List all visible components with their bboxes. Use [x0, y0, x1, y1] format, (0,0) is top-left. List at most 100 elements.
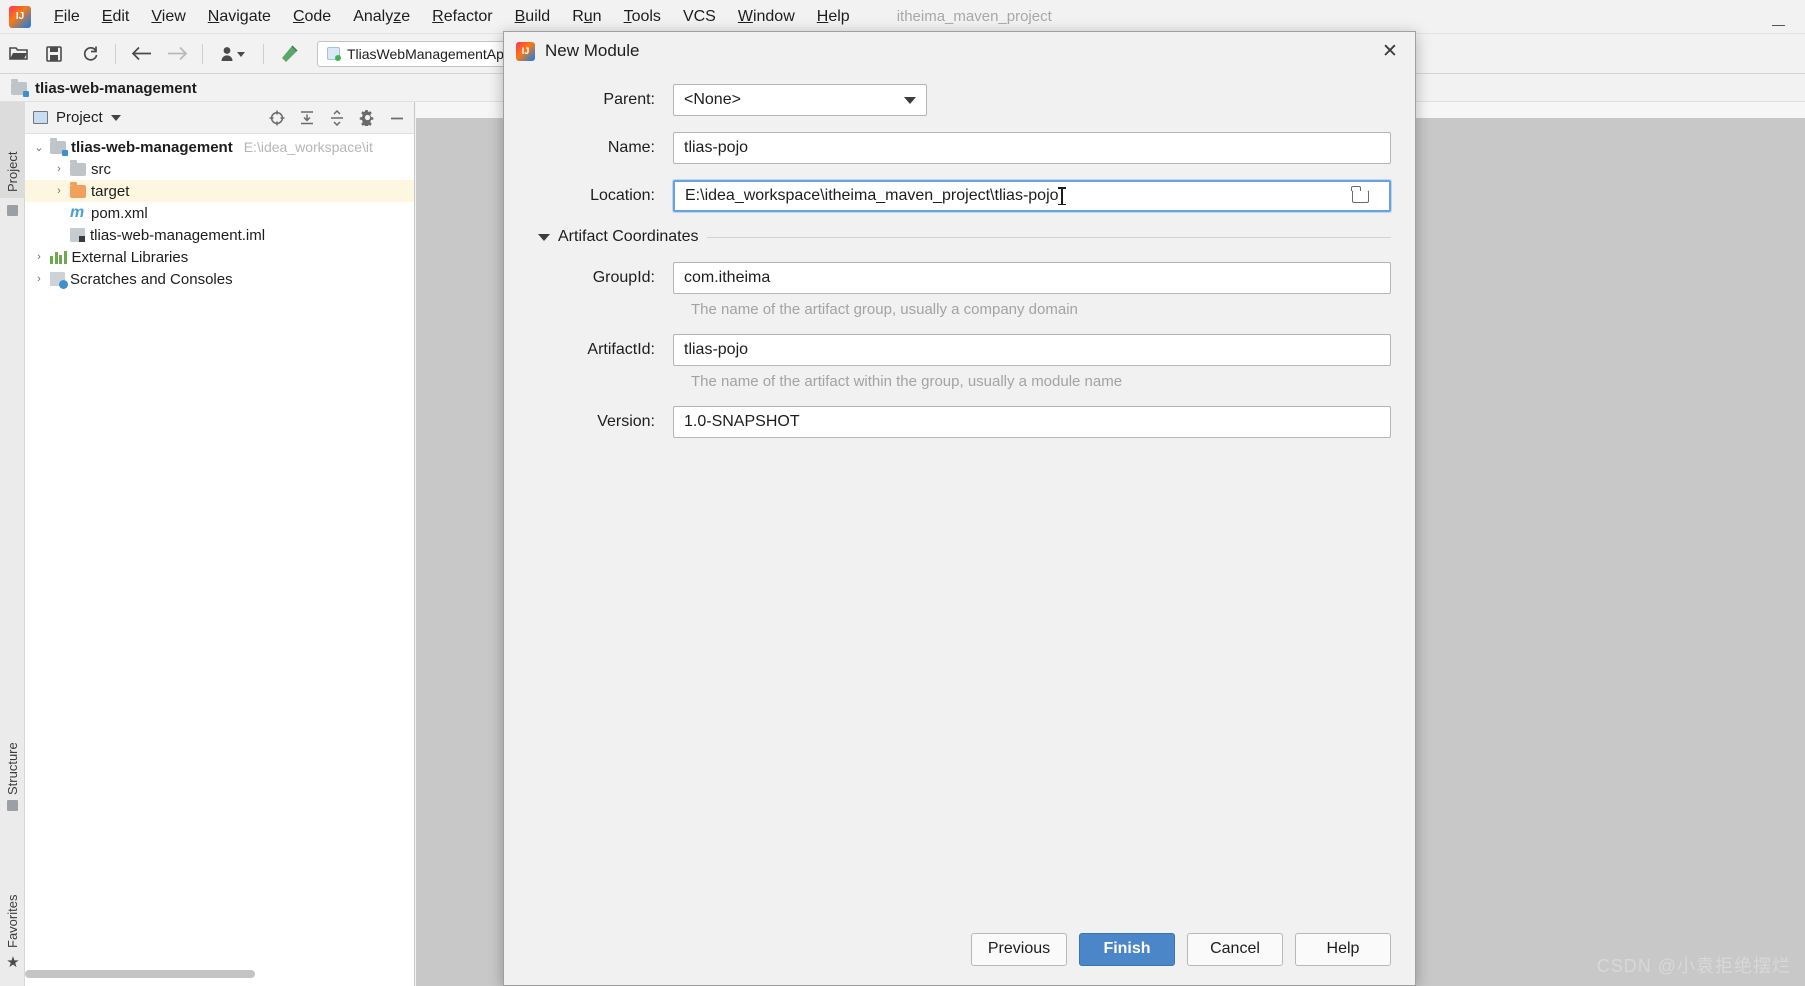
intellij-idea-logo-icon [516, 41, 535, 61]
name-control: tlias-pojo [673, 132, 1391, 164]
previous-button[interactable]: Previous [971, 932, 1067, 966]
save-icon[interactable] [39, 40, 69, 68]
chevron-right-icon[interactable]: › [33, 251, 45, 263]
horizontal-scrollbar[interactable] [25, 970, 255, 978]
libraries-icon [50, 250, 67, 264]
tree-item-pom-xml[interactable]: › m pom.xml [25, 202, 414, 224]
refresh-icon[interactable] [75, 40, 105, 68]
groupid-control: com.itheima [673, 262, 1391, 294]
menu-edit[interactable]: Edit [91, 5, 141, 29]
user-dropdown-icon[interactable] [213, 40, 253, 68]
groupid-label: GroupId: [592, 269, 655, 286]
collapse-all-icon[interactable] [328, 109, 346, 127]
name-input-value: tlias-pojo [684, 139, 749, 156]
groupid-input-value: com.itheima [684, 269, 771, 286]
module-folder-icon [50, 137, 68, 156]
menu-run[interactable]: Run [561, 5, 612, 29]
open-folder-icon[interactable] [3, 40, 33, 68]
menu-build[interactable]: Build [504, 5, 562, 29]
arrow-left-icon[interactable] [126, 40, 156, 68]
arrow-right-icon[interactable] [162, 40, 192, 68]
tree-item-label: src [91, 160, 111, 178]
gear-icon[interactable] [358, 109, 376, 127]
field-row-location: Location: E:\idea_workspace\itheima_mave… [528, 180, 1391, 212]
section-divider [706, 236, 1391, 238]
rail-tab-project[interactable]: Project [0, 102, 25, 198]
location-input-value: E:\idea_workspace\itheima_maven_project\… [685, 187, 1059, 204]
menu-help[interactable]: Help [806, 5, 861, 29]
hammer-icon[interactable] [274, 40, 304, 68]
version-control: 1.0-SNAPSHOT [673, 406, 1391, 438]
tree-item-iml[interactable]: › tlias-web-management.iml [25, 224, 414, 246]
chevron-down-icon[interactable] [110, 114, 121, 121]
tree-item-path: E:\idea_workspace\it [243, 139, 373, 155]
menu-vcs[interactable]: VCS [672, 5, 727, 29]
run-config-module-icon [327, 47, 341, 61]
structure-icon [7, 800, 18, 811]
version-input[interactable]: 1.0-SNAPSHOT [673, 406, 1391, 438]
location-input[interactable]: E:\idea_workspace\itheima_maven_project\… [673, 180, 1391, 212]
scratches-icon [50, 272, 68, 289]
menu-window[interactable]: Window [727, 5, 806, 29]
parent-select[interactable]: <None> [673, 84, 927, 116]
tree-item-scratches-and-consoles[interactable]: › Scratches and Consoles [25, 268, 414, 290]
field-row-parent: Parent: <None> [528, 84, 1391, 116]
crosshair-target-icon[interactable] [268, 109, 286, 127]
toolbar-divider-3 [263, 43, 264, 64]
module-folder-icon [11, 78, 29, 97]
close-icon[interactable]: ✕ [1375, 36, 1405, 66]
dialog-title: New Module [545, 41, 640, 60]
tree-item-src[interactable]: › src [25, 158, 414, 180]
chevron-right-icon[interactable]: › [53, 185, 65, 197]
chevron-right-icon[interactable]: › [33, 273, 45, 285]
folder-orange-icon [70, 181, 86, 198]
watermark: CSDN @小袁拒绝摆烂 [1596, 956, 1791, 976]
menu-file[interactable]: File [43, 5, 91, 29]
project-panel-toolbar: Project [25, 102, 414, 134]
expand-all-icon[interactable] [298, 109, 316, 127]
window-minimize-button[interactable] [1767, 8, 1789, 26]
dialog-title-bar: New Module ✕ [504, 32, 1415, 70]
triangle-down-icon[interactable] [538, 233, 550, 241]
menu-navigate[interactable]: Navigate [197, 5, 282, 29]
menu-view[interactable]: View [140, 5, 196, 29]
artifactid-input[interactable]: tlias-pojo [673, 334, 1391, 366]
tree-item-tlias-web-management[interactable]: ⌄ tlias-web-management E:\idea_workspace… [25, 136, 414, 158]
chevron-right-icon[interactable]: › [53, 163, 65, 175]
window-project-title: itheima_maven_project [896, 8, 1052, 25]
groupid-hint: The name of the artifact group, usually … [691, 301, 1078, 318]
rail-tab-favorites[interactable]: ★ Favorites [0, 862, 25, 977]
name-input[interactable]: tlias-pojo [673, 132, 1391, 164]
project-tree: ⌄ tlias-web-management E:\idea_workspace… [25, 134, 414, 290]
cancel-button[interactable]: Cancel [1187, 932, 1283, 966]
help-button[interactable]: Help [1295, 932, 1391, 966]
artifact-coordinates-section-header[interactable]: Artifact Coordinates [538, 228, 1391, 246]
toolbar-divider [115, 43, 116, 64]
tree-item-label: Scratches and Consoles [70, 270, 233, 288]
folder-open-glyph [1350, 185, 1369, 203]
tree-item-target[interactable]: › target [25, 180, 414, 202]
chevron-expanded-icon[interactable]: ⌄ [33, 141, 45, 154]
field-row-name: Name: tlias-pojo [528, 132, 1391, 164]
tree-item-label: tlias-web-management [71, 138, 233, 156]
intellij-idea-logo-icon [9, 5, 31, 28]
menu-refactor[interactable]: Refactor [421, 5, 503, 29]
location-control: E:\idea_workspace\itheima_maven_project\… [673, 180, 1391, 212]
tree-item-external-libraries[interactable]: › External Libraries [25, 246, 414, 268]
location-input-wrap: E:\idea_workspace\itheima_maven_project\… [685, 184, 1379, 208]
menu-tools[interactable]: Tools [613, 5, 672, 29]
artifactid-input-value: tlias-pojo [684, 341, 749, 358]
rail-tab-structure[interactable]: Structure [0, 707, 25, 817]
field-row-groupid: GroupId: com.itheima [528, 262, 1391, 294]
folder-browse-icon[interactable] [1347, 184, 1373, 208]
menu-code[interactable]: Code [282, 5, 342, 29]
breadcrumb-label: tlias-web-management [35, 79, 197, 97]
rail-tab-project-label: Project [5, 151, 20, 192]
parent-selected-value: <None> [684, 91, 741, 108]
minimize-icon[interactable] [388, 109, 406, 127]
menu-analyze[interactable]: Analyze [342, 5, 421, 29]
groupid-input[interactable]: com.itheima [673, 262, 1391, 294]
tree-item-label: pom.xml [91, 204, 148, 222]
finish-button[interactable]: Finish [1079, 932, 1175, 966]
version-label: Version: [597, 413, 655, 430]
